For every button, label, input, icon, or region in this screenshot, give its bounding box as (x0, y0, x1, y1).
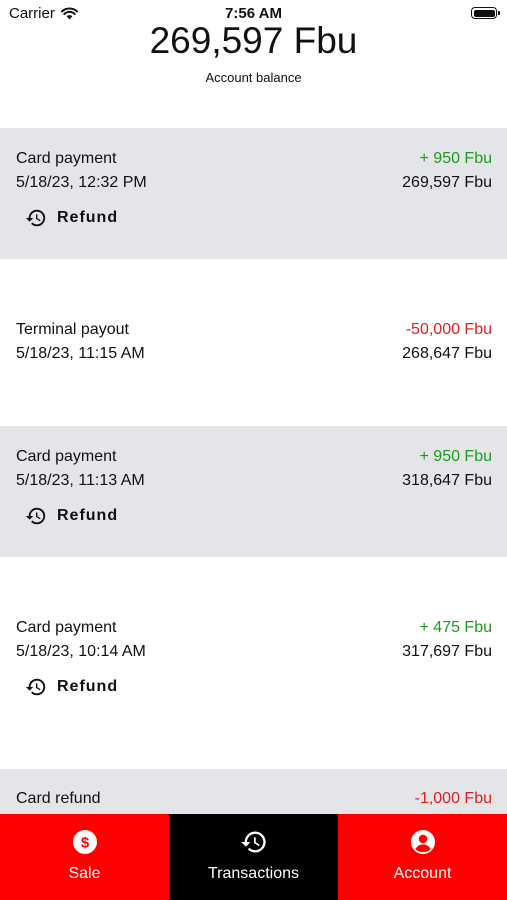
battery-icon (471, 7, 500, 19)
account-circle-icon (410, 830, 435, 854)
account-balance-value: 269,597 Fbu (149, 20, 358, 61)
refund-label: Refund (57, 678, 119, 695)
transaction-date: 5/18/23, 11:13 AM (16, 472, 145, 489)
history-icon (25, 678, 46, 696)
transaction-row[interactable]: Card payment 5/18/23, 10:14 AM + 475 Fbu… (0, 557, 507, 769)
transaction-date: 5/18/23, 10:14 AM (16, 643, 146, 660)
transaction-title: Card payment (16, 448, 117, 465)
transaction-row[interactable]: Card payment 5/18/23, 11:13 AM + 950 Fbu… (0, 426, 507, 557)
svg-text:$: $ (80, 835, 89, 852)
transaction-title: Card payment (16, 150, 117, 167)
refund-label: Refund (57, 209, 119, 226)
transaction-amount: + 950 Fbu (419, 448, 493, 465)
transaction-row[interactable]: Card refund -1,000 Fbu (0, 769, 507, 814)
tab-account-label: Account (393, 865, 452, 882)
tab-sale[interactable]: $ Sale (0, 814, 169, 900)
transaction-running-balance: 269,597 Fbu (402, 174, 492, 191)
transaction-amount: + 475 Fbu (419, 619, 493, 636)
tab-transactions[interactable]: Transactions (169, 814, 338, 900)
transaction-title: Terminal payout (16, 321, 129, 338)
transaction-title: Card payment (16, 619, 117, 636)
transaction-row[interactable]: Terminal payout 5/18/23, 11:15 AM -50,00… (0, 259, 507, 426)
history-icon (25, 209, 46, 227)
history-icon (25, 507, 46, 525)
transaction-amount: -1,000 Fbu (414, 790, 492, 807)
refund-button[interactable]: Refund (25, 676, 118, 698)
refund-label: Refund (57, 507, 119, 524)
account-balance-label: Account balance (205, 70, 302, 85)
transaction-amount: -50,000 Fbu (405, 321, 492, 338)
refund-button[interactable]: Refund (25, 505, 118, 527)
dollar-circle-icon: $ (72, 830, 97, 854)
transaction-running-balance: 317,697 Fbu (402, 643, 492, 660)
transaction-date: 5/18/23, 12:32 PM (16, 174, 147, 191)
tab-transactions-label: Transactions (208, 865, 299, 882)
transaction-row[interactable]: Card payment 5/18/23, 12:32 PM + 950 Fbu… (0, 128, 507, 259)
bottom-tab-bar: $ Sale Transactions Account (0, 814, 507, 900)
tab-sale-label: Sale (68, 865, 101, 882)
transaction-title: Card refund (16, 790, 101, 807)
history-icon (240, 831, 266, 853)
transaction-amount: + 950 Fbu (419, 150, 493, 167)
transaction-date: 5/18/23, 11:15 AM (16, 345, 145, 362)
refund-button[interactable]: Refund (25, 207, 118, 229)
transaction-running-balance: 318,647 Fbu (402, 472, 492, 489)
tab-account[interactable]: Account (338, 814, 507, 900)
transaction-running-balance: 268,647 Fbu (402, 345, 492, 362)
